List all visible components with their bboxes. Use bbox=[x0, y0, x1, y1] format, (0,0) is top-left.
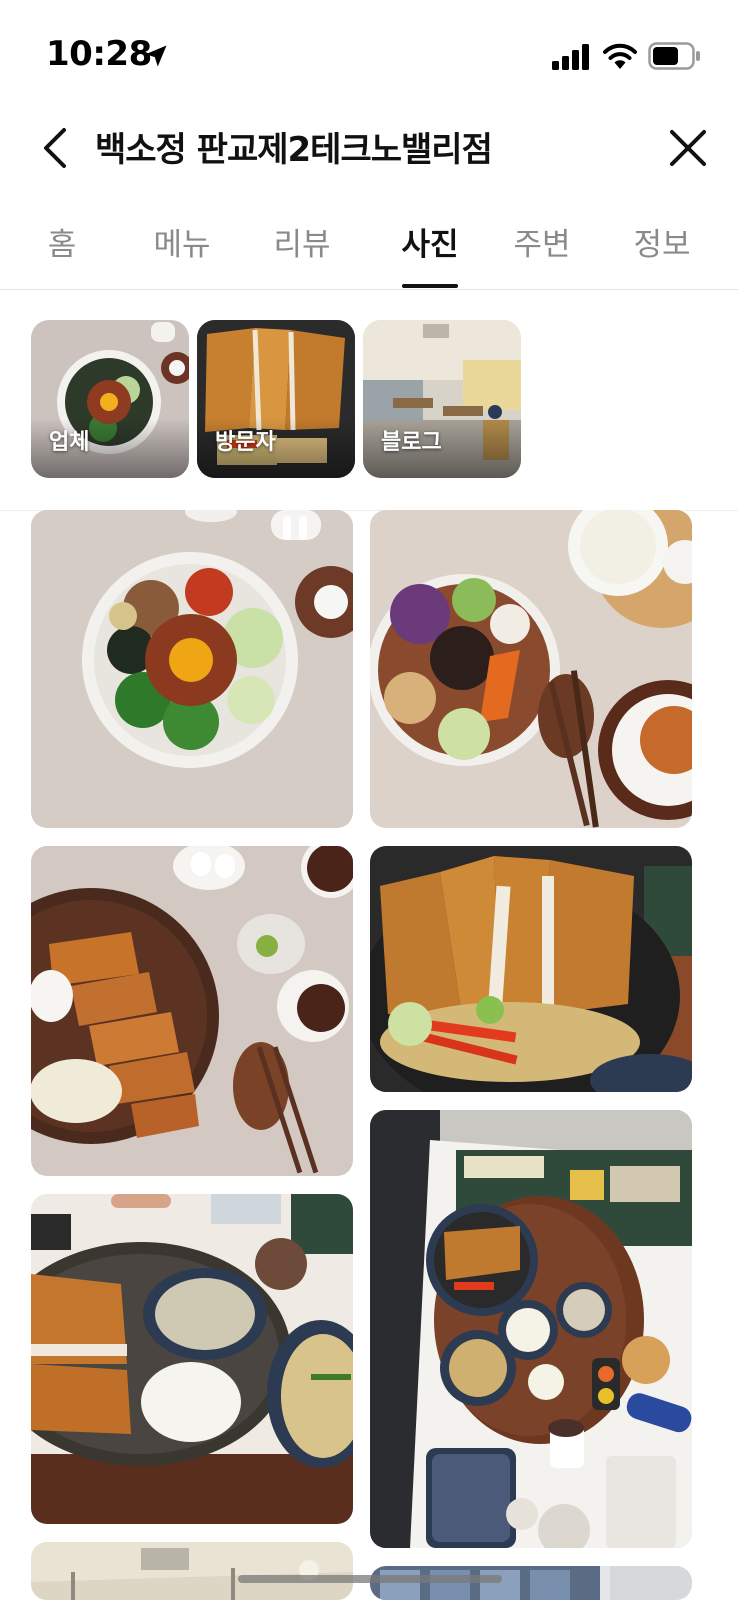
close-button[interactable] bbox=[660, 120, 716, 176]
tab-menu[interactable]: 메뉴 bbox=[132, 219, 232, 264]
close-icon bbox=[670, 130, 706, 166]
photo-tile[interactable] bbox=[370, 846, 692, 1092]
category-label: 방문자 bbox=[215, 430, 276, 455]
storefront-photo bbox=[370, 1566, 692, 1600]
page-title: 백소정 판교제2테크노밸리점 bbox=[95, 130, 493, 170]
bibimbap-bowl-photo bbox=[31, 510, 353, 828]
active-tab-indicator bbox=[402, 284, 458, 288]
photo-tile[interactable] bbox=[31, 1542, 353, 1600]
header: 백소정 판교제2테크노밸리점 bbox=[0, 100, 738, 200]
photo-tile[interactable] bbox=[370, 1110, 692, 1548]
location-arrow-icon bbox=[145, 45, 167, 67]
photo-tile[interactable] bbox=[370, 510, 692, 828]
photo-category-row: 업체 방문자 블로그 bbox=[0, 290, 738, 511]
tab-info[interactable]: 정보 bbox=[612, 219, 712, 264]
tab-reviews[interactable]: 리뷰 bbox=[252, 219, 352, 264]
status-time: 10:28 bbox=[46, 34, 152, 74]
restaurant-interior-photo bbox=[31, 1542, 353, 1600]
home-indicator bbox=[238, 1575, 502, 1583]
category-visitor[interactable]: 방문자 bbox=[197, 320, 355, 478]
photo-tile[interactable] bbox=[31, 510, 353, 828]
pork-cutlet-plate-photo bbox=[31, 846, 353, 1176]
category-blog[interactable]: 블로그 bbox=[363, 320, 521, 478]
photo-tile[interactable] bbox=[31, 1194, 353, 1524]
tab-photos[interactable]: 사진 bbox=[380, 219, 480, 264]
status-bar: 10:28 bbox=[0, 0, 738, 100]
category-label: 업체 bbox=[49, 430, 90, 455]
chevron-left-icon bbox=[44, 128, 66, 168]
wifi-icon bbox=[603, 43, 637, 69]
battery-icon bbox=[648, 42, 700, 70]
category-business[interactable]: 업체 bbox=[31, 320, 189, 478]
tab-home[interactable]: 홈 bbox=[12, 219, 112, 264]
category-label: 블로그 bbox=[381, 430, 442, 455]
katsu-set-with-udon-photo bbox=[31, 1194, 353, 1524]
photo-tile[interactable] bbox=[31, 846, 353, 1176]
photo-tile[interactable] bbox=[370, 1566, 692, 1600]
tab-bar: 홈 메뉴 리뷰 사진 주변 정보 bbox=[0, 205, 738, 290]
katsu-rice-bowl-photo bbox=[370, 846, 692, 1092]
back-button[interactable] bbox=[28, 118, 88, 178]
signal-icon bbox=[552, 44, 589, 70]
tab-nearby[interactable]: 주변 bbox=[492, 219, 592, 264]
cold-noodle-bowl-photo bbox=[370, 510, 692, 828]
tray-meal-overhead-photo bbox=[370, 1110, 692, 1548]
